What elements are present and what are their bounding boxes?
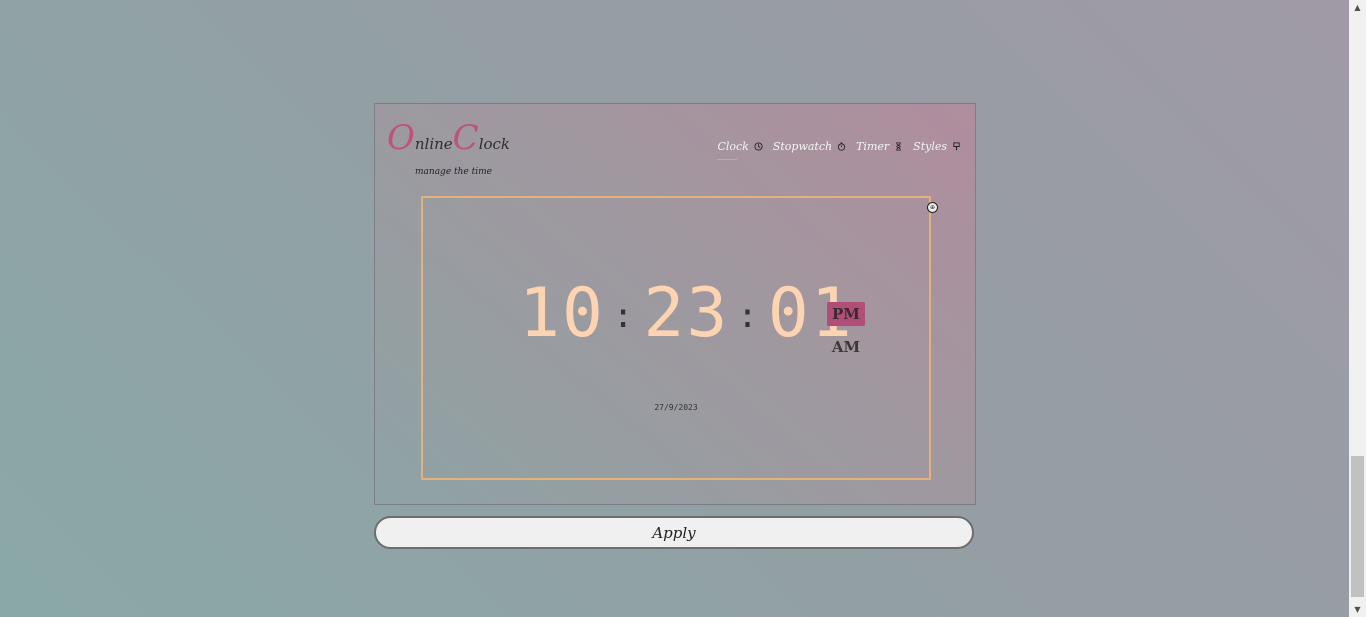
time-separator: : bbox=[737, 295, 760, 336]
stopwatch-icon bbox=[837, 142, 846, 151]
paint-brush-icon bbox=[952, 142, 961, 151]
clock-card: OnlineClock manage the time Clock Stopwa… bbox=[374, 103, 976, 505]
nav-timer-label: Timer bbox=[856, 140, 890, 153]
hours: 10 bbox=[519, 274, 605, 353]
clock-icon bbox=[754, 142, 763, 151]
vertical-scrollbar[interactable]: ▲ ▼ bbox=[1349, 0, 1366, 617]
resize-handle-icon[interactable]: ⊕ bbox=[927, 202, 938, 213]
nav-stopwatch[interactable]: Stopwatch bbox=[773, 140, 846, 157]
scroll-thumb[interactable] bbox=[1351, 456, 1364, 597]
time-separator: : bbox=[612, 295, 636, 336]
hourglass-icon bbox=[894, 142, 903, 151]
time-readout: 10 : 23 : 01 bbox=[519, 274, 854, 353]
nav-clock-label: Clock bbox=[717, 140, 749, 153]
nav-stopwatch-label: Stopwatch bbox=[772, 140, 833, 153]
nav-clock[interactable]: Clock bbox=[717, 140, 763, 160]
logo-initial-c: C bbox=[452, 118, 479, 158]
am-option[interactable]: AM bbox=[832, 338, 860, 356]
clock-display: 10 : 23 : 01 PM AM 27/9/2023 bbox=[421, 196, 931, 480]
logo-text-lock: lock bbox=[478, 135, 511, 153]
nav-styles-label: Styles bbox=[913, 140, 947, 153]
scroll-up-arrow-icon[interactable]: ▲ bbox=[1349, 0, 1366, 15]
logo-initial-o: O bbox=[387, 118, 415, 158]
apply-button[interactable]: Apply bbox=[374, 516, 974, 549]
date-label: 27/9/2023 bbox=[654, 403, 698, 412]
app-logo[interactable]: OnlineClock bbox=[387, 118, 510, 158]
nav-timer[interactable]: Timer bbox=[856, 140, 903, 157]
minutes: 23 bbox=[643, 274, 730, 353]
logo-text-nline: nline bbox=[414, 135, 453, 153]
tagline: manage the time bbox=[415, 167, 492, 177]
scroll-down-arrow-icon[interactable]: ▼ bbox=[1349, 602, 1366, 617]
nav-styles[interactable]: Styles bbox=[913, 140, 961, 157]
pm-option[interactable]: PM bbox=[827, 302, 865, 326]
main-nav: Clock Stopwatch Timer Styles bbox=[717, 140, 961, 160]
am-pm-toggle: PM AM bbox=[827, 302, 865, 356]
